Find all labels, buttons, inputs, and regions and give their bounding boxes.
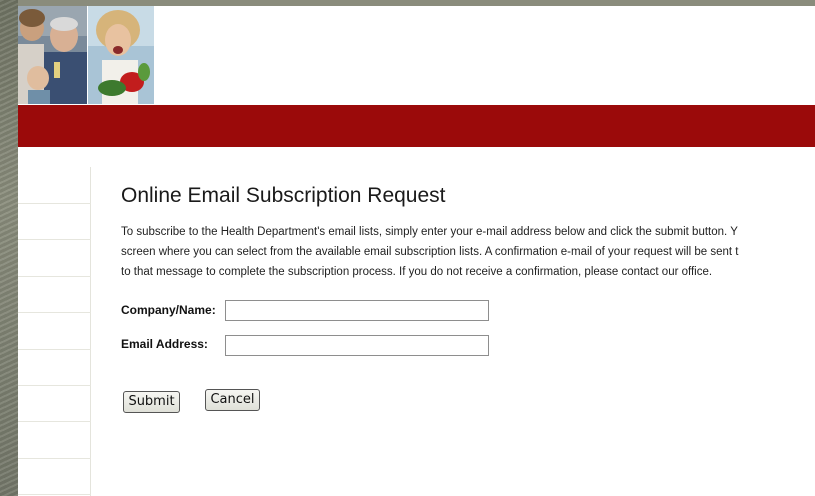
email-address-input[interactable] xyxy=(225,335,489,356)
page: Online Email Subscription Request To sub… xyxy=(18,0,815,496)
intro-line: to that message to complete the subscrip… xyxy=(121,266,713,278)
nav-divider xyxy=(18,203,91,204)
page-title: Online Email Subscription Request xyxy=(121,184,446,207)
family-photo xyxy=(18,6,87,104)
nav-divider xyxy=(18,349,91,350)
nav-divider xyxy=(18,312,91,313)
intro-line: screen where you can select from the ava… xyxy=(121,246,739,258)
nav-divider xyxy=(18,421,91,422)
nav-divider xyxy=(18,239,91,240)
nav-divider xyxy=(18,494,91,495)
nav-divider xyxy=(18,276,91,277)
email-address-label: Email Address: xyxy=(121,337,208,351)
submit-button[interactable]: Submit xyxy=(123,391,180,413)
main-content: Online Email Subscription Request To sub… xyxy=(121,0,815,496)
nav-divider xyxy=(18,385,91,386)
intro-line: To subscribe to the Health Department's … xyxy=(121,226,738,238)
cancel-button[interactable]: Cancel xyxy=(205,389,260,411)
company-name-input[interactable] xyxy=(225,300,489,321)
nav-divider xyxy=(18,458,91,459)
intro-text: To subscribe to the Health Department's … xyxy=(121,222,815,282)
company-name-label: Company/Name: xyxy=(121,303,216,317)
left-navigation xyxy=(18,167,91,496)
background-texture xyxy=(0,0,18,496)
